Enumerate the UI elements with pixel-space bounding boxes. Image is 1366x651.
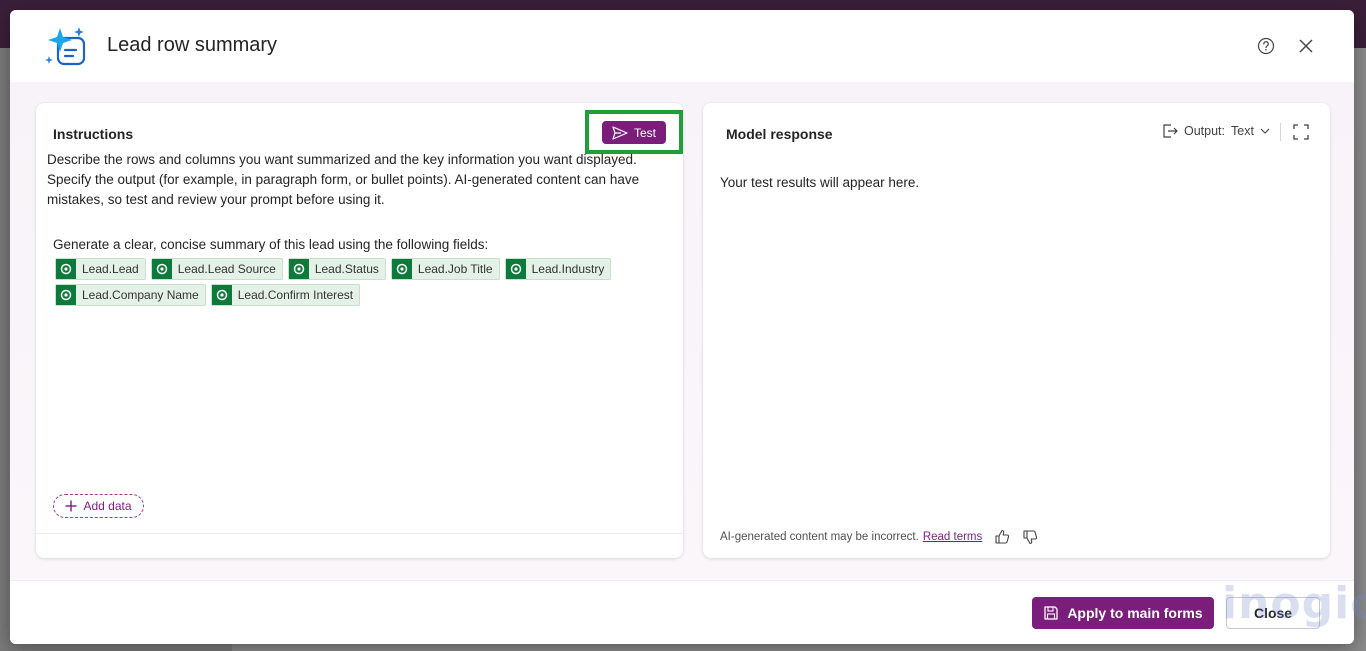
- field-chips: Lead.Lead Lead.Lead Source Lead.Status L…: [55, 258, 635, 306]
- apply-to-main-forms-button[interactable]: Apply to main forms: [1032, 597, 1214, 629]
- expand-icon[interactable]: [1293, 124, 1309, 140]
- dataverse-icon: [151, 259, 172, 279]
- field-chip-label: Lead.Lead Source: [177, 262, 276, 276]
- save-icon: [1044, 606, 1058, 620]
- dataverse-icon: [391, 259, 412, 279]
- chevron-down-icon: [1260, 128, 1270, 134]
- instructions-divider: [36, 533, 683, 534]
- dialog-body: Instructions Test Describe the rows and …: [10, 82, 1354, 580]
- field-chip-label: Lead.Job Title: [417, 262, 493, 276]
- field-chip-lead[interactable]: Lead.Lead: [55, 258, 146, 280]
- thumbs-down-icon[interactable]: [1022, 529, 1038, 545]
- dialog-header: Lead row summary: [10, 10, 1354, 82]
- instructions-description: Describe the rows and columns you want s…: [47, 152, 640, 207]
- field-chip-lead-source[interactable]: Lead.Lead Source: [150, 258, 283, 280]
- apply-button-label: Apply to main forms: [1067, 605, 1203, 621]
- field-chip-confirm-interest[interactable]: Lead.Confirm Interest: [210, 284, 361, 306]
- ai-disclaimer: AI-generated content may be incorrect. R…: [720, 529, 1038, 545]
- model-response-card: Model response Output: Text Your test re…: [703, 103, 1330, 558]
- field-chip-label: Lead.Lead: [82, 262, 139, 276]
- read-terms-link[interactable]: Read terms: [923, 531, 982, 543]
- instructions-card: Instructions Test Describe the rows and …: [36, 103, 683, 558]
- output-export-icon: [1163, 124, 1178, 138]
- output-format-dropdown[interactable]: Output: Text: [1162, 124, 1270, 138]
- output-value: Text: [1231, 124, 1254, 138]
- field-chip-label: Lead.Industry: [531, 262, 605, 276]
- test-button-label: Test: [633, 125, 656, 140]
- close-icon: [1299, 39, 1313, 53]
- instructions-title: Instructions: [53, 126, 134, 142]
- dataverse-icon: [505, 259, 526, 279]
- test-button[interactable]: Test: [602, 121, 666, 144]
- prompt-intro-text: Generate a clear, concise summary of thi…: [53, 237, 489, 252]
- lead-row-summary-dialog: Lead row summary Instructions Test Descr…: [10, 10, 1354, 644]
- dialog-title: Lead row summary: [107, 34, 278, 56]
- field-chip-company-name[interactable]: Lead.Company Name: [55, 284, 206, 306]
- dialog-footer: Apply to main forms Close: [10, 580, 1354, 644]
- toolbar-separator: [1280, 123, 1281, 141]
- dataverse-icon: [56, 285, 76, 305]
- question-circle-icon: [1257, 37, 1275, 55]
- plus-icon: [65, 500, 77, 512]
- field-chip-label: Lead.Confirm Interest: [237, 288, 354, 302]
- field-chip-status[interactable]: Lead.Status: [287, 258, 386, 280]
- field-chip-label: Lead.Status: [314, 262, 379, 276]
- dialog-close-button[interactable]: [1296, 36, 1316, 56]
- output-label: Output:: [1184, 124, 1225, 138]
- disclaimer-text: AI-generated content may be incorrect.: [720, 531, 919, 543]
- response-placeholder: Your test results will appear here.: [720, 175, 920, 190]
- thumbs-up-icon[interactable]: [994, 529, 1010, 545]
- close-button[interactable]: Close: [1226, 597, 1320, 629]
- dataverse-icon: [56, 259, 76, 279]
- field-chip-label: Lead.Company Name: [82, 288, 199, 302]
- close-button-label: Close: [1253, 605, 1293, 621]
- model-response-title: Model response: [726, 126, 833, 142]
- copilot-sparkle-icon: [45, 27, 86, 66]
- send-icon: [612, 125, 628, 140]
- field-chip-job-title[interactable]: Lead.Job Title: [390, 258, 500, 280]
- add-data-button[interactable]: Add data: [53, 494, 144, 518]
- field-chip-industry[interactable]: Lead.Industry: [504, 258, 612, 280]
- add-data-label: Add data: [83, 499, 132, 513]
- dataverse-icon: [211, 285, 232, 305]
- dataverse-icon: [288, 259, 309, 279]
- help-button[interactable]: [1256, 36, 1276, 56]
